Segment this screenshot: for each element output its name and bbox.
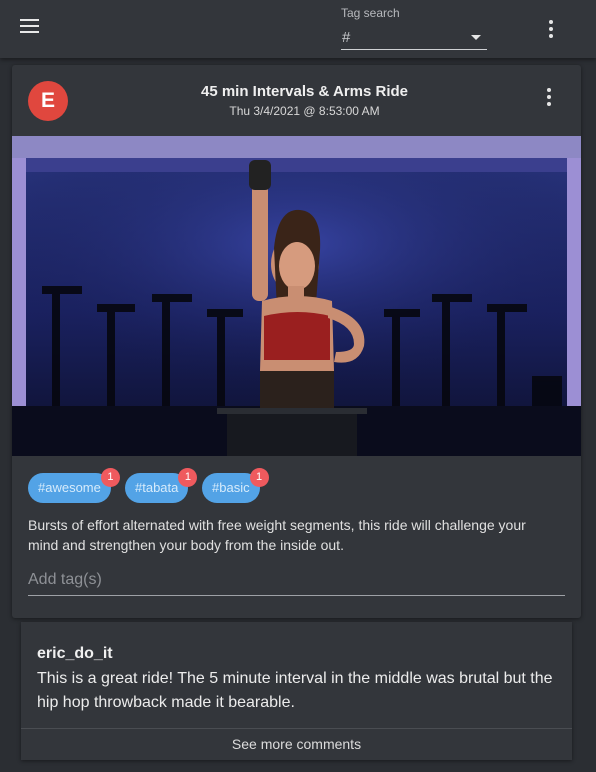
comment-text: This is a great ride! The 5 minute inter…: [37, 670, 553, 711]
see-more-comments-button[interactable]: See more comments: [21, 729, 572, 760]
avatar: E: [28, 81, 68, 121]
hamburger-menu-icon[interactable]: [20, 19, 40, 37]
comments-panel: eric_do_it This is a great ride! The 5 m…: [21, 622, 572, 760]
tag-chip-label: #basic: [212, 480, 250, 495]
more-vert-icon[interactable]: [549, 20, 553, 38]
ride-date: Thu 3/4/2021 @ 8:53:00 AM: [229, 104, 380, 118]
card-more-vert-icon[interactable]: [547, 88, 551, 106]
tag-count-badge: 1: [100, 468, 120, 487]
tag-search-label: Tag search: [341, 6, 400, 20]
tag-chip-label: #tabata: [135, 480, 179, 495]
ride-card: E 45 min Intervals & Arms Ride Thu 3/4/2…: [12, 65, 581, 618]
tag-search[interactable]: Tag search: [341, 6, 487, 50]
dropdown-arrow-icon[interactable]: [471, 35, 481, 40]
tag-chip-label: #awesome: [38, 480, 101, 495]
tag-chip-basic[interactable]: #basic 1: [202, 468, 269, 503]
add-tag-input[interactable]: [28, 567, 565, 593]
tag-search-input[interactable]: [341, 26, 461, 48]
comment-author: eric_do_it: [37, 645, 113, 662]
ride-image: [12, 136, 581, 456]
instructor-photo-illustration: [12, 136, 581, 456]
tag-chip-tabata[interactable]: #tabata 1: [125, 468, 198, 503]
tag-count-badge: 1: [178, 468, 198, 487]
tag-chip-awesome[interactable]: #awesome 1: [28, 468, 120, 503]
ride-title: 45 min Intervals & Arms Ride: [200, 83, 409, 100]
tag-search-field[interactable]: [341, 26, 487, 50]
tag-count-badge: 1: [249, 468, 269, 487]
app-bar: Tag search: [0, 0, 596, 58]
add-tag-field[interactable]: [28, 567, 565, 596]
ride-description: Bursts of effort alternated with free we…: [28, 517, 526, 553]
